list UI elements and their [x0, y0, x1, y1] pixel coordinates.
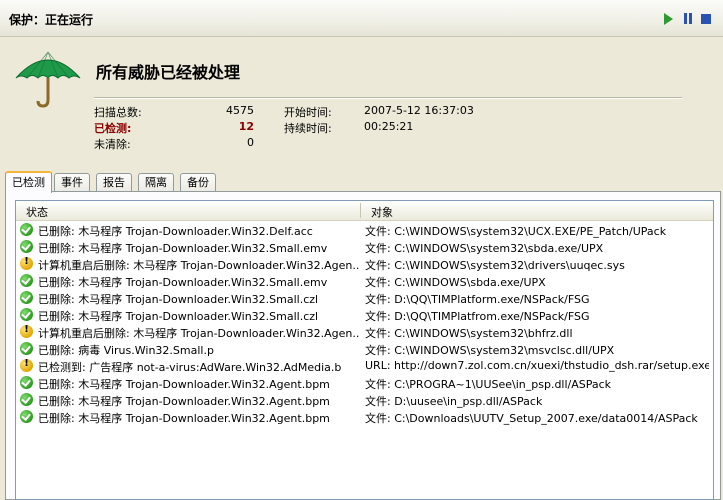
row-status: 已删除: 木马程序 Trojan-Downloader.Win32.Agent.…	[38, 378, 330, 391]
duration-label: 持续时间:	[284, 122, 332, 135]
uncleaned-label: 未清除:	[94, 138, 131, 151]
detected-label: 已检测:	[94, 122, 132, 135]
list-item[interactable]: 已检测到: 广告程序 not-a-virus:AdWare.Win32.AdMe…	[16, 357, 713, 374]
start-time-label: 开始时间:	[284, 106, 332, 119]
warning-icon	[20, 324, 33, 338]
list-item[interactable]: 已删除: 木马程序 Trojan-Downloader.Win32.Small.…	[16, 306, 713, 323]
row-object: 文件: C:\WINDOWS\system32\sbda.exe/UPX	[365, 242, 604, 255]
tab-quarantine[interactable]: 隔离	[138, 173, 174, 191]
umbrella-icon	[15, 51, 81, 108]
row-object: URL: http://down7.zol.com.cn/xuexi/thstu…	[365, 359, 709, 372]
tab-events[interactable]: 事件	[54, 173, 90, 191]
row-object: 文件: D:\QQ\TIMPlatform.exe/NSPack/FSG	[365, 293, 590, 306]
list-item[interactable]: 已删除: 木马程序 Trojan-Downloader.Win32.Agent.…	[16, 391, 713, 408]
warning-icon	[20, 358, 33, 372]
check-icon	[20, 393, 33, 406]
scanned-label: 扫描总数:	[94, 106, 142, 119]
stop-icon[interactable]	[699, 12, 713, 26]
protection-status-title: 保护：正在运行	[9, 13, 94, 27]
row-status: 已删除: 木马程序 Trojan-Downloader.Win32.Small.…	[38, 293, 319, 306]
title-bar: 保护：正在运行	[0, 0, 723, 37]
start-time-value: 2007-5-12 16:37:03	[364, 104, 474, 117]
row-status: 已删除: 木马程序 Trojan-Downloader.Win32.Delf.a…	[38, 225, 313, 238]
check-icon	[20, 342, 33, 355]
row-object: 文件: C:\Downloads\UUTV_Setup_2007.exe/dat…	[365, 412, 698, 425]
tab-panel: 状态 对象 已删除: 木马程序 Trojan-Downloader.Win32.…	[5, 191, 721, 500]
list-item[interactable]: 已删除: 木马程序 Trojan-Downloader.Win32.Small.…	[16, 272, 713, 289]
row-status: 已检测到: 广告程序 not-a-virus:AdWare.Win32.AdMe…	[38, 361, 342, 374]
column-object[interactable]: 对象	[371, 204, 393, 220]
tab-detected[interactable]: 已检测	[5, 171, 52, 193]
list-header: 状态 对象	[16, 201, 713, 221]
summary-headline: 所有威胁已经被处理	[96, 63, 241, 82]
row-object: 文件: D:\uusee\in_psp.dll/ASPack	[365, 395, 543, 408]
check-icon	[20, 291, 33, 304]
row-status: 已删除: 木马程序 Trojan-Downloader.Win32.Small.…	[38, 242, 328, 255]
tab-backup[interactable]: 备份	[180, 173, 216, 191]
divider	[94, 97, 682, 99]
row-object: 文件: C:\WINDOWS\system32\msvclsc.dll/UPX	[365, 344, 615, 357]
list-item[interactable]: 已删除: 木马程序 Trojan-Downloader.Win32.Agent.…	[16, 408, 713, 425]
check-icon	[20, 376, 33, 389]
row-status: 计算机重启后删除: 木马程序 Trojan-Downloader.Win32.A…	[38, 327, 360, 340]
check-icon	[20, 240, 33, 253]
detected-list[interactable]: 状态 对象 已删除: 木马程序 Trojan-Downloader.Win32.…	[15, 200, 714, 500]
warning-icon	[20, 256, 33, 270]
row-status: 计算机重启后删除: 木马程序 Trojan-Downloader.Win32.A…	[38, 259, 360, 272]
detected-value: 12	[238, 120, 254, 133]
scanned-value: 4575	[226, 104, 254, 117]
play-icon[interactable]	[661, 12, 675, 26]
row-status: 已删除: 木马程序 Trojan-Downloader.Win32.Agent.…	[38, 395, 330, 408]
tab-reports[interactable]: 报告	[96, 173, 132, 191]
row-object: 文件: C:\WINDOWS\system32\UCX.EXE/PE_Patch…	[365, 225, 667, 238]
row-status: 已删除: 木马程序 Trojan-Downloader.Win32.Agent.…	[38, 412, 330, 425]
list-item[interactable]: 已删除: 木马程序 Trojan-Downloader.Win32.Small.…	[16, 289, 713, 306]
row-object: 文件: C:\WINDOWS\sbda.exe/UPX	[365, 276, 546, 289]
check-icon	[20, 223, 33, 236]
uncleaned-value: 0	[247, 136, 254, 149]
row-status: 已删除: 病毒 Virus.Win32.Small.p	[38, 344, 214, 357]
row-object: 文件: D:\QQ\TIMPlatfrom.exe/NSPack/FSG	[365, 310, 590, 323]
check-icon	[20, 308, 33, 321]
pause-icon[interactable]	[681, 12, 695, 26]
row-object: 文件: C:\WINDOWS\system32\bhfrz.dll	[365, 327, 573, 340]
row-status: 已删除: 木马程序 Trojan-Downloader.Win32.Small.…	[38, 276, 328, 289]
list-item[interactable]: 已删除: 木马程序 Trojan-Downloader.Win32.Delf.a…	[16, 221, 713, 238]
row-status: 已删除: 木马程序 Trojan-Downloader.Win32.Small.…	[38, 310, 319, 323]
row-object: 文件: C:\WINDOWS\system32\drivers\uuqec.sy…	[365, 259, 625, 272]
row-object: 文件: C:\PROGRA~1\UUSee\in_psp.dll/ASPack	[365, 378, 612, 391]
duration-value: 00:25:21	[364, 120, 414, 133]
list-item[interactable]: 计算机重启后删除: 木马程序 Trojan-Downloader.Win32.A…	[16, 255, 713, 272]
list-item[interactable]: 已删除: 木马程序 Trojan-Downloader.Win32.Agent.…	[16, 374, 713, 391]
check-icon	[20, 410, 33, 423]
list-item[interactable]: 已删除: 病毒 Virus.Win32.Small.p 文件: C:\WINDOW…	[16, 340, 713, 357]
column-separator[interactable]	[360, 203, 361, 218]
column-status[interactable]: 状态	[26, 204, 48, 220]
list-item[interactable]: 计算机重启后删除: 木马程序 Trojan-Downloader.Win32.A…	[16, 323, 713, 340]
list-item[interactable]: 已删除: 木马程序 Trojan-Downloader.Win32.Small.…	[16, 238, 713, 255]
check-icon	[20, 274, 33, 287]
